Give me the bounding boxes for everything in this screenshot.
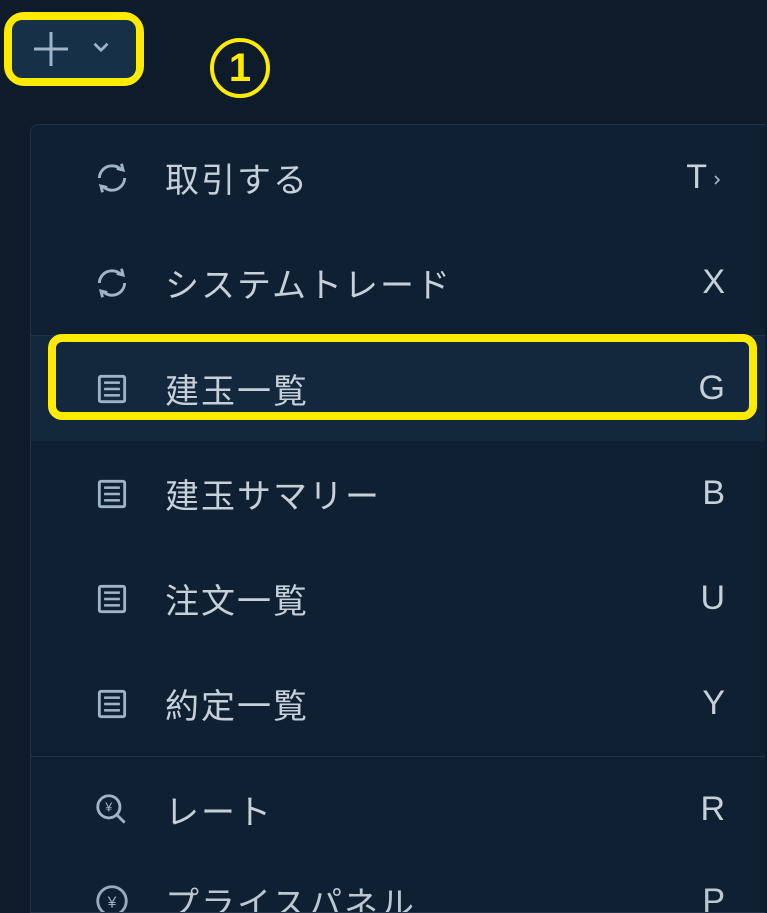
menu-item-position-summary[interactable]: 建玉サマリー B	[31, 441, 765, 546]
svg-text:¥: ¥	[104, 800, 113, 814]
plus-icon	[34, 32, 68, 66]
price-icon: ¥	[91, 880, 133, 912]
add-button-highlight	[4, 12, 144, 86]
list-icon	[91, 578, 133, 620]
menu-label: 建玉サマリー	[165, 469, 670, 518]
menu-shortcut: U	[700, 579, 725, 618]
menu-label: 約定一覧	[165, 679, 670, 728]
refresh-icon	[91, 262, 133, 304]
menu-shortcut: G	[699, 369, 725, 408]
menu-shortcut: B	[702, 474, 725, 513]
menu-shortcut: X	[702, 263, 725, 302]
menu-label: 注文一覧	[165, 574, 668, 623]
menu-shortcut: T	[686, 158, 725, 197]
menu-label: システムトレード	[165, 258, 670, 307]
menu-label: 建玉一覧	[165, 364, 667, 413]
refresh-icon	[91, 157, 133, 199]
menu-shortcut: R	[700, 790, 725, 829]
chevron-down-icon	[88, 34, 114, 65]
list-icon	[91, 683, 133, 725]
list-icon	[91, 368, 133, 410]
annotation-1: 1	[210, 38, 270, 98]
menu-label: プライスパネル	[165, 877, 670, 913]
menu-item-position-list[interactable]: 建玉一覧 G	[31, 336, 765, 441]
svg-text:¥: ¥	[107, 894, 117, 911]
add-button[interactable]	[12, 20, 136, 78]
menu-item-trade[interactable]: 取引する T	[31, 125, 765, 230]
dropdown-menu: 取引する T システムトレード X 建玉一覧 G	[30, 124, 765, 913]
menu-item-order-list[interactable]: 注文一覧 U	[31, 546, 765, 651]
menu-label: 取引する	[165, 153, 654, 202]
menu-shortcut: Y	[702, 684, 725, 723]
list-icon	[91, 473, 133, 515]
menu-item-execution-list[interactable]: 約定一覧 Y	[31, 651, 765, 756]
menu-item-rate[interactable]: ¥ レート R	[31, 757, 765, 862]
chevron-right-icon	[709, 158, 725, 197]
menu-item-system-trade[interactable]: システムトレード X	[31, 230, 765, 335]
menu-shortcut: P	[702, 882, 725, 913]
rate-icon: ¥	[91, 789, 133, 831]
menu-label: レート	[165, 785, 668, 834]
menu-item-price-panel[interactable]: ¥ プライスパネル P	[31, 862, 765, 912]
